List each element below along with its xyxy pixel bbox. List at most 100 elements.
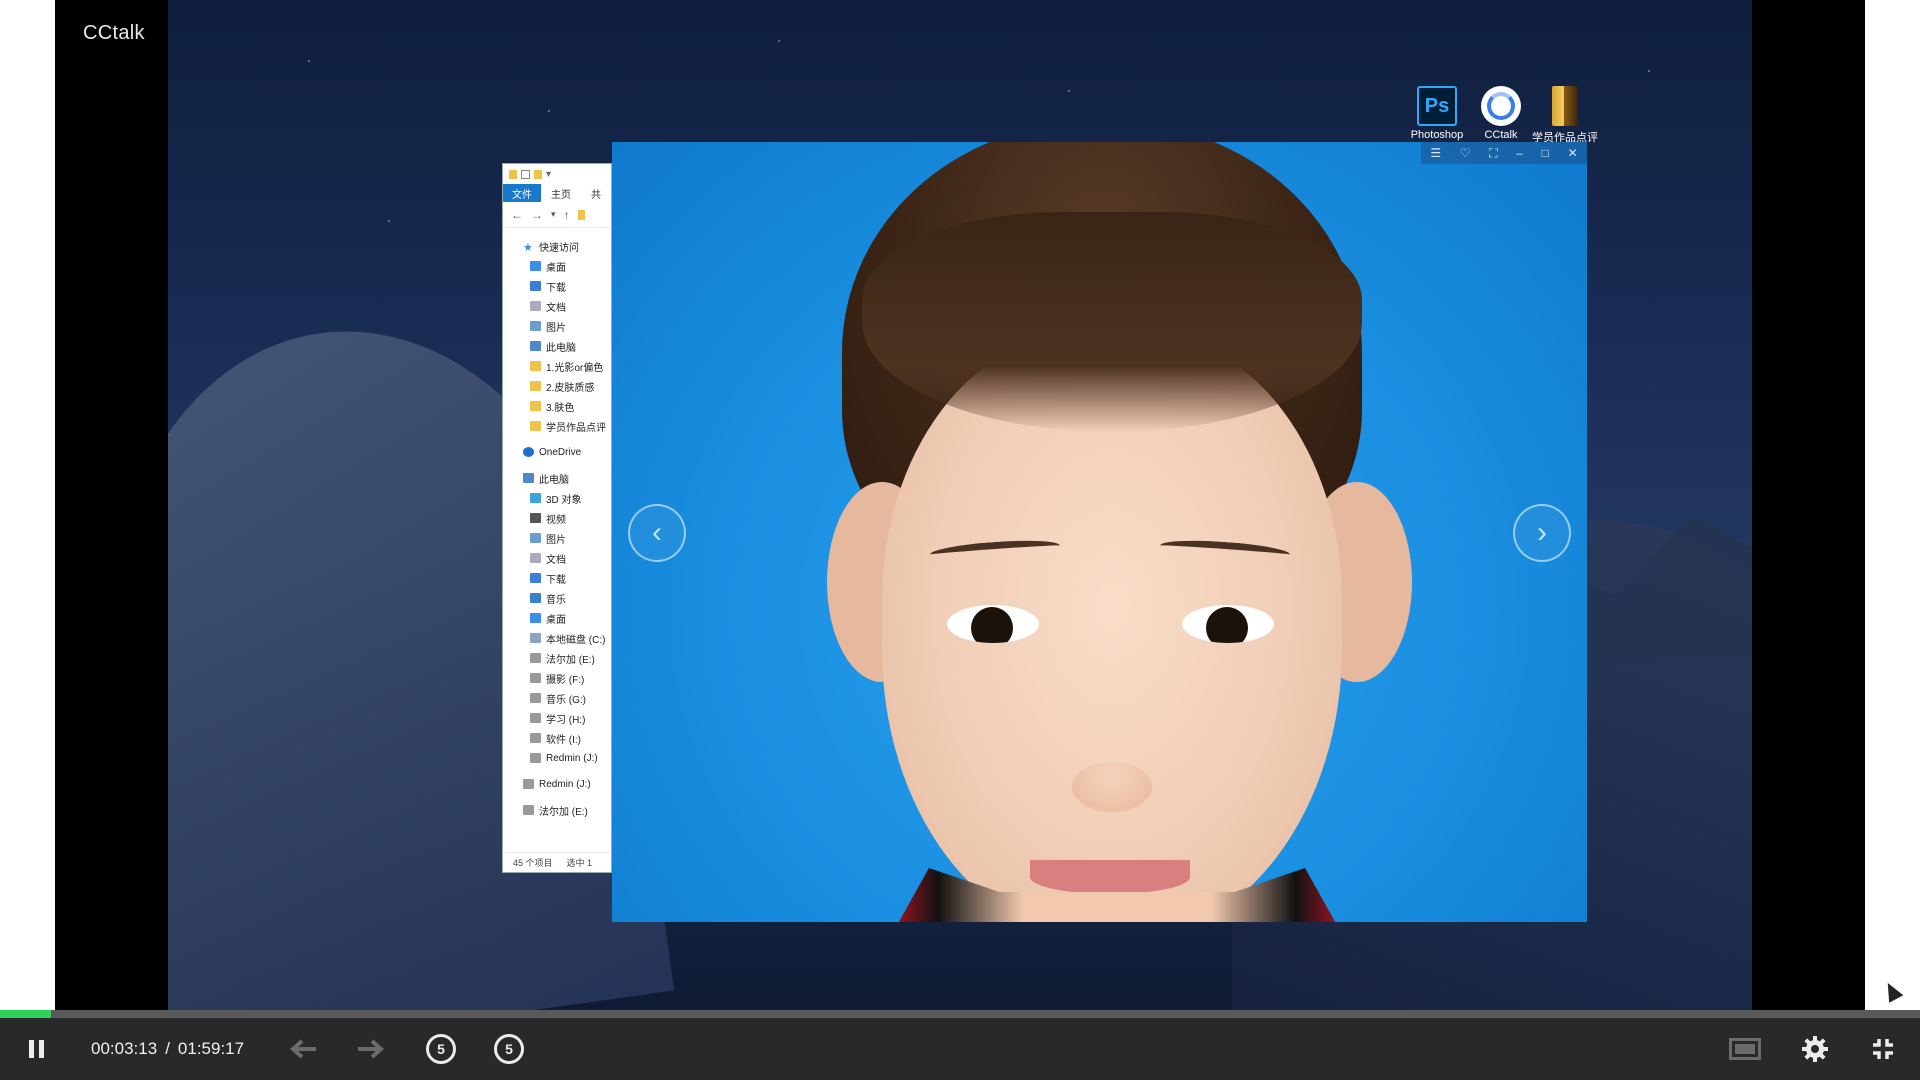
desktop-icon-cctalk[interactable]: CCtalk <box>1468 86 1534 141</box>
video-area[interactable]: CCtalk Ps Photoshop CCtalk 学员作品点评 ▾ 文件 主… <box>55 0 1865 1010</box>
menu-icon[interactable]: ☰ <box>1430 146 1441 160</box>
player-controls: 00:03:13 / 01:59:17 5 5 <box>0 1018 1920 1080</box>
folder-icon <box>577 209 585 220</box>
maximize-icon[interactable]: □ <box>1542 146 1549 160</box>
desktop-icon-photoshop[interactable]: Ps Photoshop <box>1404 86 1470 141</box>
nav-item-onedrive[interactable]: OneDrive <box>503 442 611 462</box>
photo-viewer-window[interactable]: ‹ › ☰ ♡ ⛶ – □ ✕ <box>612 142 1587 922</box>
nav-item-drive[interactable]: 学习 (H:) <box>503 708 611 728</box>
pause-button[interactable] <box>22 1018 52 1080</box>
portrait-photo <box>612 142 1587 922</box>
up-arrow-icon[interactable]: ↑ <box>564 208 570 222</box>
folder-icon <box>509 169 517 179</box>
selection-count: 选中 1 <box>566 858 593 868</box>
minimize-icon[interactable]: – <box>1516 146 1523 160</box>
progress-bar[interactable] <box>0 1010 1920 1018</box>
nav-item-drive[interactable]: 音乐 (G:) <box>503 688 611 708</box>
chevron-down-icon[interactable]: ▾ <box>551 209 556 220</box>
star-icon: ★ <box>523 242 533 254</box>
nav-item-drive[interactable]: 法尔加 (E:) <box>503 800 611 820</box>
nav-item-folder[interactable]: 学员作品点评 <box>503 416 611 436</box>
total-time: 01:59:17 <box>177 1039 245 1058</box>
nav-item-folder[interactable]: 1.光影or偏色 <box>503 356 611 376</box>
explorer-nav-bar: ← → ▾ ↑ <box>503 202 611 228</box>
nav-item-desktop[interactable]: 桌面 <box>503 256 611 276</box>
nav-item-drive[interactable]: 法尔加 (E:) <box>503 648 611 668</box>
screen-mode-icon <box>1729 1038 1761 1060</box>
fullscreen-icon[interactable]: ⛶ <box>1489 146 1497 161</box>
desktop-icon-folder[interactable]: 学员作品点评 <box>1532 86 1598 145</box>
explorer-nav-pane: ★ 快速访问 桌面 下载 文档 图片 此电脑 1.光影or偏色 2.皮肤质感 3… <box>503 228 611 820</box>
nav-item-pictures[interactable]: 图片 <box>503 316 611 336</box>
tab-share[interactable]: 共 <box>581 186 611 201</box>
file-explorer-window[interactable]: ▾ 文件 主页 共 ← → ▾ ↑ ★ 快速访问 桌面 下载 文档 图片 此电脑… <box>502 163 612 873</box>
back-arrow-icon[interactable]: ← <box>511 208 523 222</box>
nav-item-drive[interactable]: Redmin (J:) <box>503 774 611 794</box>
nav-item-documents[interactable]: 文档 <box>503 296 611 316</box>
pause-icon <box>29 1040 44 1058</box>
desktop-icon-label: Photoshop <box>1410 129 1464 141</box>
cube-icon <box>530 493 541 503</box>
nav-item-pictures[interactable]: 图片 <box>503 528 611 548</box>
drive-icon <box>530 713 541 723</box>
nav-item-videos[interactable]: 视频 <box>503 508 611 528</box>
nav-item-folder[interactable]: 3.肤色 <box>503 396 611 416</box>
drive-icon <box>523 779 534 789</box>
explorer-titlebar: ▾ <box>503 164 611 184</box>
viewer-window-controls: ☰ ♡ ⛶ – □ ✕ <box>1421 142 1587 164</box>
previous-image-button[interactable]: ‹ <box>628 504 686 562</box>
folder-icon <box>530 421 541 431</box>
forward-5s-button[interactable]: 5 <box>492 1018 526 1080</box>
folder-icon <box>534 169 542 179</box>
desktop-icon <box>530 261 541 271</box>
folder-icon <box>530 381 541 391</box>
theater-mode-button[interactable] <box>1728 1018 1762 1080</box>
nav-item-this-pc[interactable]: 此电脑 <box>503 468 611 488</box>
nav-item-desktop[interactable]: 桌面 <box>503 608 611 628</box>
exit-fullscreen-button[interactable] <box>1866 1018 1900 1080</box>
forward-arrow-icon[interactable]: → <box>531 208 543 222</box>
nav-item-quick-access[interactable]: ★ 快速访问 <box>503 236 611 256</box>
time-display: 00:03:13 / 01:59:17 <box>91 1018 244 1080</box>
chevron-down-icon[interactable]: ▾ <box>546 169 551 180</box>
progress-fill <box>0 1010 52 1018</box>
cloud-icon <box>523 447 534 457</box>
drive-icon <box>530 653 541 663</box>
photoshop-icon: Ps <box>1417 86 1457 126</box>
nav-item-downloads[interactable]: 下载 <box>503 568 611 588</box>
film-icon <box>530 513 541 523</box>
nav-item-this-pc[interactable]: 此电脑 <box>503 336 611 356</box>
previous-chapter-button[interactable] <box>286 1018 320 1080</box>
nav-item-music[interactable]: 音乐 <box>503 588 611 608</box>
drive-icon <box>530 693 541 703</box>
rewind-icon: 5 <box>426 1034 456 1064</box>
arrow-left-icon <box>289 1039 316 1059</box>
rewind-5s-button[interactable]: 5 <box>424 1018 458 1080</box>
folder-icon <box>1552 86 1578 126</box>
exit-fullscreen-icon <box>1873 1039 1893 1059</box>
nav-item-3d-objects[interactable]: 3D 对象 <box>503 488 611 508</box>
next-image-button[interactable]: › <box>1513 504 1571 562</box>
document-icon <box>530 553 541 563</box>
favorite-icon[interactable]: ♡ <box>1460 146 1471 160</box>
nav-item-drive[interactable]: Redmin (J:) <box>503 748 611 768</box>
tab-file[interactable]: 文件 <box>503 184 541 202</box>
document-icon <box>530 301 541 311</box>
current-time: 00:03:13 <box>91 1039 158 1058</box>
time-separator: / <box>165 1039 170 1058</box>
nav-item-folder[interactable]: 2.皮肤质感 <box>503 376 611 396</box>
tab-home[interactable]: 主页 <box>541 186 581 201</box>
forward-icon: 5 <box>494 1034 524 1064</box>
close-icon[interactable]: ✕ <box>1568 146 1578 160</box>
nav-item-drive[interactable]: 本地磁盘 (C:) <box>503 628 611 648</box>
drive-icon <box>523 805 534 815</box>
nav-item-drive[interactable]: 软件 (I:) <box>503 728 611 748</box>
settings-button[interactable] <box>1798 1018 1832 1080</box>
item-count: 45 个项目 <box>513 858 553 868</box>
download-icon <box>530 573 541 583</box>
nav-item-drive[interactable]: 摄影 (F:) <box>503 668 611 688</box>
picture-icon <box>530 533 541 543</box>
next-chapter-button[interactable] <box>354 1018 388 1080</box>
nav-item-documents[interactable]: 文档 <box>503 548 611 568</box>
nav-item-downloads[interactable]: 下载 <box>503 276 611 296</box>
